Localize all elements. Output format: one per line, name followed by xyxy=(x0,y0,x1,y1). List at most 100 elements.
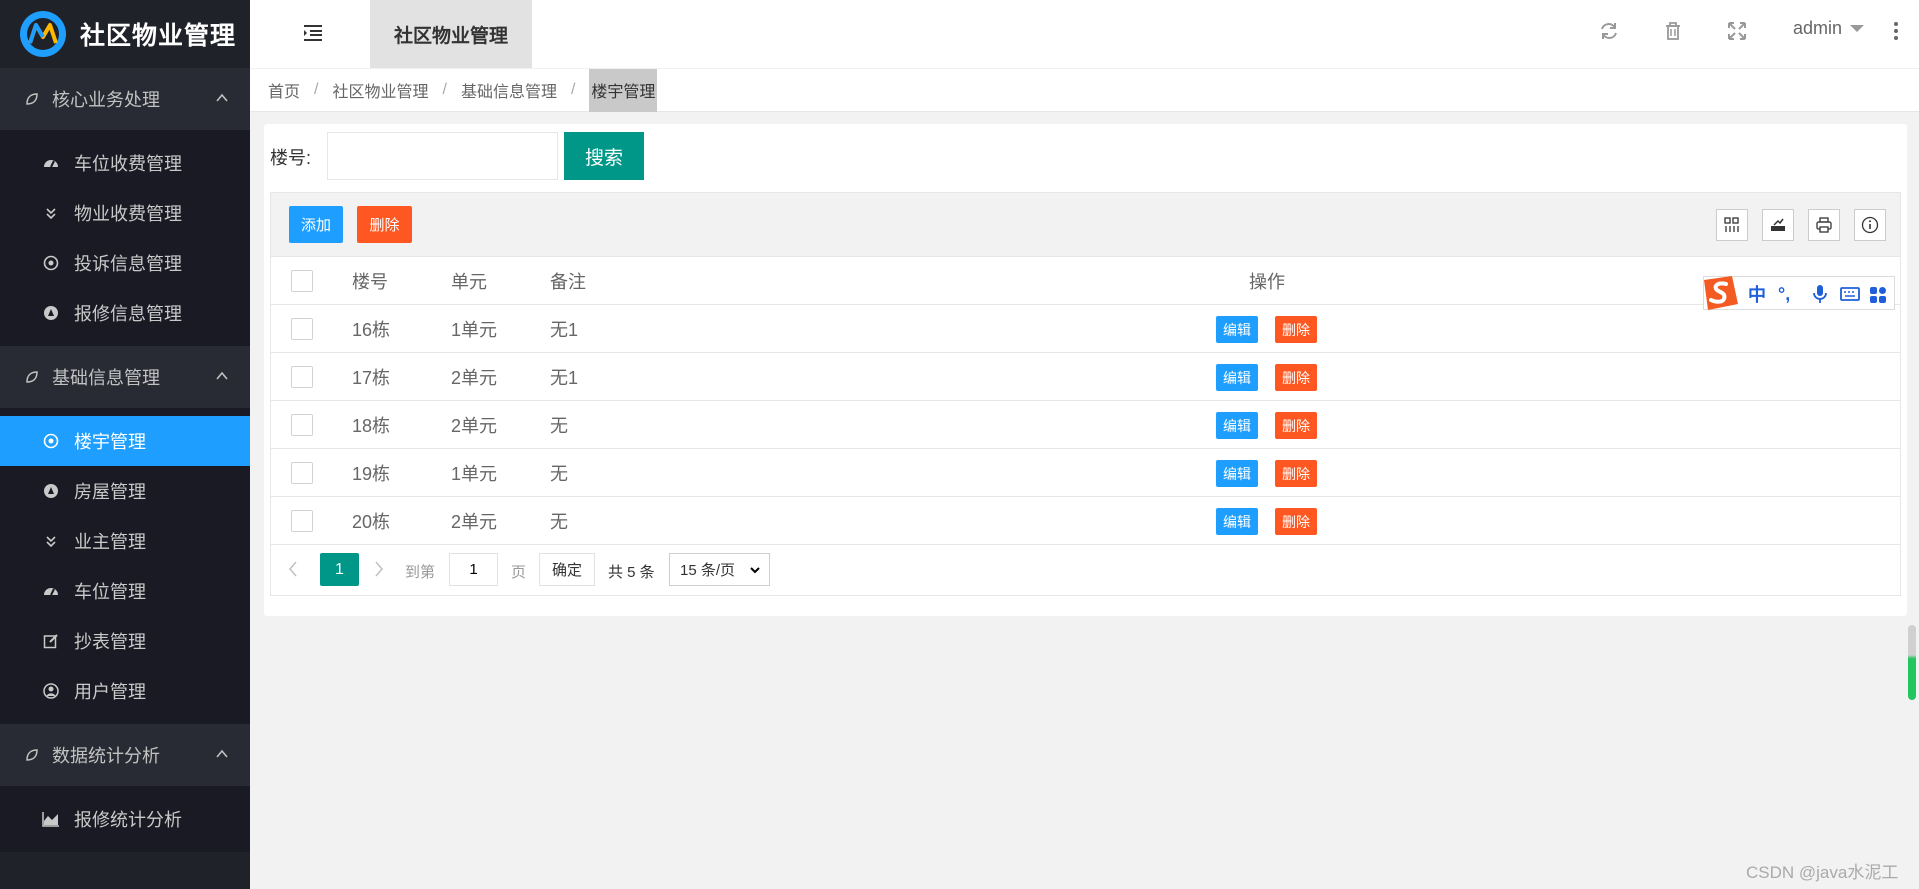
area-chart-icon xyxy=(42,810,60,828)
more-vertical-icon[interactable] xyxy=(1892,18,1900,44)
sidebar-item-label: 物业收费管理 xyxy=(74,204,182,224)
compass-icon xyxy=(42,482,60,500)
microphone-icon[interactable] xyxy=(1812,283,1828,305)
nav-group-basic[interactable]: 基础信息管理 xyxy=(0,346,250,408)
sogou-logo-icon[interactable] xyxy=(1700,274,1740,312)
cell-unit: 1单元 xyxy=(451,464,498,484)
sidebar: 社区物业管理 核心业务处理 车位收费管理 物业收费管理 投诉信息管理 报修信息管… xyxy=(0,0,250,889)
nav-group-core[interactable]: 核心业务处理 xyxy=(0,68,250,130)
user-menu[interactable]: admin xyxy=(1793,18,1865,39)
scroll-indicator[interactable] xyxy=(1908,625,1916,700)
delete-button[interactable]: 删除 xyxy=(1275,460,1317,487)
search-button[interactable]: 搜索 xyxy=(564,132,644,180)
print-icon[interactable] xyxy=(1808,209,1840,241)
edit-button[interactable]: 编辑 xyxy=(1216,412,1258,439)
apps-grid-icon[interactable] xyxy=(1868,283,1888,305)
column-header-unit[interactable]: 单元 xyxy=(451,257,487,305)
sidebar-item-property-fee[interactable]: 物业收费管理 xyxy=(0,188,250,238)
table-header: 楼号 单元 备注 操作 xyxy=(271,257,1900,305)
compass-icon xyxy=(42,304,60,322)
page-size-select[interactable]: 15 条/页 xyxy=(669,553,770,586)
sidebar-item-parking[interactable]: 车位管理 xyxy=(0,566,250,616)
nav-group-label: 基础信息管理 xyxy=(52,368,160,388)
edit-button[interactable]: 编辑 xyxy=(1216,364,1258,391)
cell-note: 无 xyxy=(550,512,568,532)
trash-icon[interactable] xyxy=(1662,20,1684,42)
breadcrumb-current: 楼宇管理 xyxy=(589,68,658,112)
nav-group-stats-items: 报修统计分析 xyxy=(0,786,250,852)
sidebar-item-parking-fee[interactable]: 车位收费管理 xyxy=(0,138,250,188)
target-icon xyxy=(42,254,60,272)
edit-button[interactable]: 编辑 xyxy=(1216,460,1258,487)
nav-group-label: 数据统计分析 xyxy=(52,746,160,766)
watermark-text: CSDN @java水泥工 xyxy=(1746,863,1899,882)
add-button[interactable]: 添加 xyxy=(289,206,343,243)
table-row: 19栋 1单元 无 编辑 删除 xyxy=(271,449,1900,497)
delete-button[interactable]: 删除 xyxy=(1275,316,1317,343)
tab-community[interactable]: 社区物业管理 xyxy=(370,0,532,68)
batch-delete-button[interactable]: 删除 xyxy=(357,206,412,243)
cell-building: 19栋 xyxy=(352,464,391,484)
sidebar-item-label: 车位收费管理 xyxy=(74,154,182,174)
chevron-left-icon[interactable] xyxy=(285,559,301,579)
chevron-up-icon xyxy=(216,749,228,758)
leaf-icon xyxy=(26,93,38,105)
columns-icon[interactable] xyxy=(1716,209,1748,241)
nav-group-core-items: 车位收费管理 物业收费管理 投诉信息管理 报修信息管理 xyxy=(0,130,250,346)
select-all-checkbox[interactable] xyxy=(291,270,313,292)
sidebar-item-complaints[interactable]: 投诉信息管理 xyxy=(0,238,250,288)
breadcrumb-item[interactable]: 首页 xyxy=(268,78,300,102)
sidebar-item-owners[interactable]: 业主管理 xyxy=(0,516,250,566)
goto-confirm-button[interactable]: 确定 xyxy=(539,553,595,586)
keyboard-icon[interactable] xyxy=(1840,283,1860,305)
goto-prefix: 到第 xyxy=(405,564,436,581)
delete-button[interactable]: 删除 xyxy=(1275,412,1317,439)
username: admin xyxy=(1793,18,1843,38)
page-size-value: 15 条/页 xyxy=(680,562,736,579)
app-title: 社区物业管理 xyxy=(80,22,237,50)
ime-punctuation-mode[interactable]: °, xyxy=(1778,283,1790,305)
column-header-actions: 操作 xyxy=(1249,272,1285,292)
sidebar-item-houses[interactable]: 房屋管理 xyxy=(0,466,250,516)
sidebar-item-buildings[interactable]: 楼宇管理 xyxy=(0,416,250,466)
data-table: 添加 删除 楼号 单元 备注 操作 16栋 1单元 无1 编辑 删除 17栋 2… xyxy=(270,192,1901,596)
refresh-icon[interactable] xyxy=(1598,20,1620,42)
row-checkbox[interactable] xyxy=(291,318,313,340)
info-icon[interactable] xyxy=(1854,209,1886,241)
page-current[interactable]: 1 xyxy=(320,553,359,586)
delete-button[interactable]: 删除 xyxy=(1275,364,1317,391)
fullscreen-icon[interactable] xyxy=(1726,20,1748,42)
target-icon xyxy=(42,432,60,450)
sidebar-item-users[interactable]: 用户管理 xyxy=(0,666,250,716)
breadcrumb-item[interactable]: 基础信息管理 xyxy=(461,78,557,102)
total-count: 共 5 条 xyxy=(608,564,655,581)
row-checkbox[interactable] xyxy=(291,414,313,436)
building-search-input[interactable] xyxy=(327,132,558,180)
sidebar-item-meter[interactable]: 抄表管理 xyxy=(0,616,250,666)
sidebar-item-label: 报修信息管理 xyxy=(74,304,182,324)
cell-note: 无1 xyxy=(550,320,579,340)
goto-page-input[interactable] xyxy=(449,553,498,586)
breadcrumb-item[interactable]: 社区物业管理 xyxy=(332,78,428,102)
cell-building: 16栋 xyxy=(352,320,391,340)
row-checkbox[interactable] xyxy=(291,462,313,484)
sidebar-item-repairs[interactable]: 报修信息管理 xyxy=(0,288,250,338)
row-checkbox[interactable] xyxy=(291,510,313,532)
column-header-building[interactable]: 楼号 xyxy=(352,257,388,305)
row-checkbox[interactable] xyxy=(291,366,313,388)
column-header-note[interactable]: 备注 xyxy=(550,257,586,305)
ime-chinese-mode[interactable]: 中 xyxy=(1748,283,1766,305)
delete-button[interactable]: 删除 xyxy=(1275,508,1317,535)
chevron-right-icon[interactable] xyxy=(371,559,387,579)
logo-area[interactable]: 社区物业管理 xyxy=(0,0,250,68)
dashboard-icon xyxy=(42,582,60,600)
export-icon[interactable] xyxy=(1762,209,1794,241)
nav-group-stats[interactable]: 数据统计分析 xyxy=(0,724,250,786)
sidebar-item-repair-stats[interactable]: 报修统计分析 xyxy=(0,794,250,844)
menu-toggle-icon[interactable] xyxy=(302,22,324,44)
cell-unit: 2单元 xyxy=(451,368,498,388)
edit-button[interactable]: 编辑 xyxy=(1216,508,1258,535)
edit-button[interactable]: 编辑 xyxy=(1216,316,1258,343)
sidebar-item-label: 用户管理 xyxy=(74,682,146,702)
ime-toolbar[interactable]: 中 °, xyxy=(1703,276,1895,310)
